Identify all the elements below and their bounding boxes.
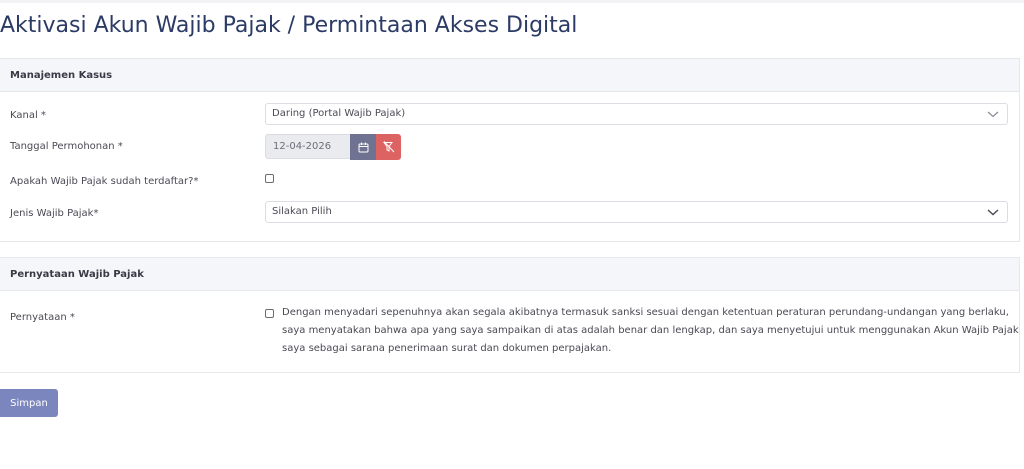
statement-checkbox[interactable]: [265, 309, 274, 318]
statement-panel: Pernyataan Wajib Pajak Pernyataan * Deng…: [0, 257, 1020, 373]
channel-select-value: Daring (Portal Wajib Pajak): [272, 108, 406, 119]
request-date-label: Tanggal Permohonan *: [10, 141, 123, 152]
chevron-down-icon: [987, 209, 999, 216]
case-management-header: Manajemen Kasus: [0, 59, 1019, 92]
channel-label: Kanal *: [10, 110, 46, 121]
registered-checkbox[interactable]: [265, 174, 274, 183]
filter-clear-icon: [382, 141, 394, 153]
statement-text: Dengan menyadari sepenuhnya akan segala …: [282, 307, 1019, 354]
channel-select[interactable]: Daring (Portal Wajib Pajak): [265, 103, 1008, 125]
calendar-icon: [358, 142, 368, 152]
taxpayer-type-select-value: Silakan Pilih: [272, 206, 332, 217]
registered-label: Apakah Wajib Pajak sudah terdaftar?*: [10, 176, 199, 187]
save-button[interactable]: Simpan: [0, 389, 58, 417]
calendar-button[interactable]: [350, 134, 376, 160]
chevron-down-icon: [987, 111, 999, 118]
taxpayer-type-select[interactable]: Silakan Pilih: [265, 201, 1008, 223]
page-title: Aktivasi Akun Wajib Pajak / Permintaan A…: [0, 13, 578, 38]
statement-header: Pernyataan Wajib Pajak: [0, 258, 1019, 291]
taxpayer-type-label: Jenis Wajib Pajak*: [10, 208, 99, 219]
case-management-panel: Manajemen Kasus Kanal * Daring (Portal W…: [0, 58, 1020, 242]
clear-date-button[interactable]: [376, 134, 401, 160]
request-date-input[interactable]: 12-04-2026: [265, 134, 351, 159]
statement-label: Pernyataan *: [10, 312, 75, 323]
top-divider: [0, 0, 1024, 3]
